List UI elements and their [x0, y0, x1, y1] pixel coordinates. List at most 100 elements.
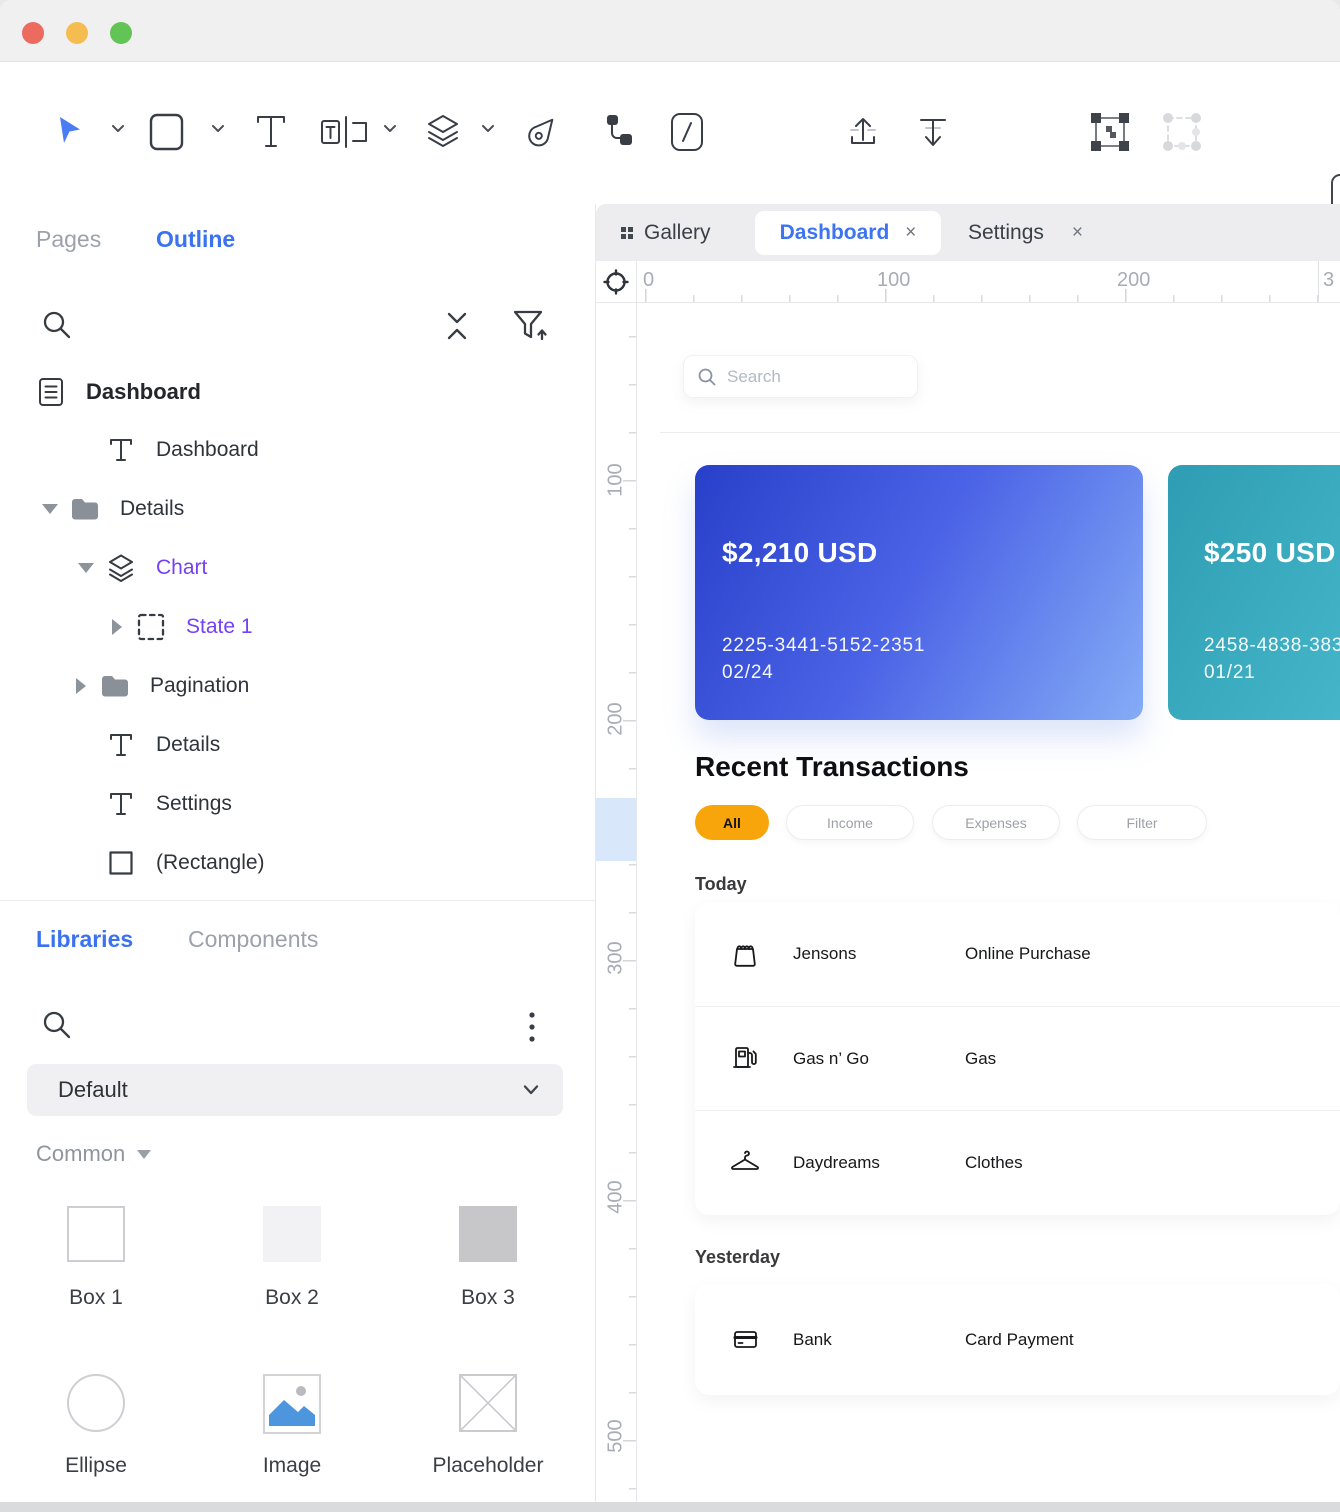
rectangle-tool-button[interactable]: [148, 108, 186, 156]
tree-item-settings-text[interactable]: Settings: [0, 787, 595, 821]
layers-icon: [106, 553, 136, 583]
transaction-merchant: Gas n’ Go: [793, 1049, 965, 1069]
tab-outline[interactable]: Outline: [156, 226, 235, 253]
component-box-1[interactable]: [67, 1206, 125, 1262]
tab-settings-label: Settings: [968, 221, 1044, 245]
component-image[interactable]: [263, 1374, 321, 1434]
transaction-category: Clothes: [965, 1153, 1023, 1173]
transaction-row[interactable]: Jensons Online Purchase: [695, 902, 1340, 1006]
send-upward-button[interactable]: [843, 108, 883, 156]
ruler-label: 300: [605, 941, 628, 974]
library-select[interactable]: Default: [27, 1064, 563, 1116]
app-window: Pages Outline Dashboard Dashboard Detail…: [0, 0, 1340, 1512]
window-bottom-edge: [0, 1502, 1340, 1512]
tab-settings[interactable]: Settings ×: [968, 204, 1083, 261]
gas-pump-icon: [727, 1041, 763, 1077]
titlebar: [0, 0, 1340, 62]
slash-tool-button[interactable]: [668, 108, 706, 156]
group-button[interactable]: [1088, 108, 1132, 156]
caret-collapsed-icon[interactable]: [112, 619, 122, 635]
tree-item-label: Pagination: [150, 674, 249, 698]
caret-collapsed-icon[interactable]: [76, 678, 86, 694]
transaction-category: Card Payment: [965, 1330, 1074, 1350]
tree-item-details-folder[interactable]: Details: [0, 492, 595, 526]
close-window-button[interactable]: [22, 22, 44, 44]
horizontal-ruler[interactable]: 0 100 200 3: [637, 261, 1340, 303]
filter-pill-expenses[interactable]: Expenses: [932, 805, 1060, 840]
component-tool-chevron-down-icon[interactable]: [382, 122, 398, 140]
filter-pill-income[interactable]: Income: [786, 805, 914, 840]
tab-gallery[interactable]: Gallery: [620, 204, 711, 261]
tab-libraries[interactable]: Libraries: [36, 926, 133, 953]
caret-expanded-icon[interactable]: [78, 563, 94, 573]
send-downward-button[interactable]: [913, 108, 953, 156]
tree-item-pagination[interactable]: Pagination: [0, 669, 595, 703]
search-icon: [697, 367, 717, 387]
ruler-label: 400: [605, 1180, 628, 1213]
grid-icon: [620, 226, 634, 240]
close-tab-icon[interactable]: ×: [1072, 222, 1083, 244]
tab-components[interactable]: Components: [188, 926, 318, 953]
pen-tool-button[interactable]: [520, 108, 564, 156]
filter-pill-all[interactable]: All: [695, 805, 769, 840]
outline-search-icon[interactable]: [40, 308, 74, 347]
ruler-divider: [1318, 261, 1319, 302]
transaction-row[interactable]: Daydreams Clothes: [695, 1110, 1340, 1214]
minimize-window-button[interactable]: [66, 22, 88, 44]
tree-item-label: Dashboard: [86, 379, 201, 405]
card-number: 2458-4838-3831-: [1204, 635, 1340, 657]
transaction-merchant: Bank: [793, 1330, 965, 1350]
component-label: Ellipse: [16, 1454, 176, 1478]
text-tool-button[interactable]: [252, 108, 290, 156]
component-label: Box 2: [212, 1286, 372, 1310]
tab-pages[interactable]: Pages: [36, 226, 101, 253]
close-tab-icon[interactable]: ×: [905, 222, 916, 244]
collapse-all-icon[interactable]: [440, 310, 474, 347]
component-tool-button[interactable]: [320, 108, 372, 156]
move-tool-button[interactable]: [50, 108, 90, 156]
layers-tool-chevron-down-icon[interactable]: [480, 122, 496, 140]
library-select-value: Default: [58, 1077, 128, 1103]
credit-card-teal[interactable]: $250 USD 2458-4838-3831- 01/21: [1168, 465, 1340, 720]
crosshair-icon: [602, 268, 630, 296]
component-ellipse[interactable]: [67, 1374, 125, 1432]
editor-tabbar: Gallery Dashboard × Settings ×: [596, 204, 1340, 261]
tree-item-dashboard-text[interactable]: Dashboard: [0, 433, 595, 467]
tab-dashboard[interactable]: Dashboard ×: [755, 211, 941, 255]
component-box-2[interactable]: [263, 1206, 321, 1262]
component-box-3[interactable]: [459, 1206, 517, 1262]
folder-icon: [100, 673, 130, 699]
filter-layers-icon[interactable]: [510, 308, 550, 349]
filter-pill-filter[interactable]: Filter: [1077, 805, 1207, 840]
common-section-toggle[interactable]: Common: [36, 1141, 151, 1167]
zoom-window-button[interactable]: [110, 22, 132, 44]
layers-tool-button[interactable]: [422, 108, 464, 156]
tree-item-state-1[interactable]: State 1: [0, 610, 595, 644]
libraries-search-icon[interactable]: [40, 1008, 74, 1047]
canvas[interactable]: $2,210 USD 2225-3441-5152-2351 02/24 $25…: [638, 303, 1340, 1502]
connector-tool-button[interactable]: [598, 108, 638, 156]
ruler-label: 500: [605, 1419, 628, 1452]
tree-item-dashboard-frame[interactable]: Dashboard: [0, 375, 595, 409]
ruler-label: 100: [877, 269, 910, 292]
tree-item-label: Chart: [156, 556, 207, 580]
component-placeholder[interactable]: [459, 1374, 517, 1432]
tree-item-chart[interactable]: Chart: [0, 551, 595, 585]
ruler-origin-button[interactable]: [596, 261, 637, 303]
tree-item-rectangle[interactable]: (Rectangle): [0, 846, 595, 880]
ungroup-button[interactable]: [1160, 108, 1204, 156]
search-input[interactable]: [727, 367, 887, 387]
transaction-row[interactable]: Bank Card Payment: [695, 1284, 1340, 1395]
artboard-search-box[interactable]: [683, 355, 918, 398]
shape-tool-chevron-down-icon[interactable]: [210, 122, 226, 140]
caret-expanded-icon[interactable]: [42, 504, 58, 514]
transaction-row[interactable]: Gas n’ Go Gas: [695, 1006, 1340, 1110]
text-icon: [106, 731, 136, 759]
libraries-kebab-menu-icon[interactable]: [527, 1010, 537, 1051]
vertical-ruler[interactable]: 100 200 300 400 500: [596, 303, 637, 1502]
move-tool-chevron-down-icon[interactable]: [110, 122, 126, 140]
card-number: 2225-3441-5152-2351: [722, 635, 925, 657]
credit-card-blue[interactable]: $2,210 USD 2225-3441-5152-2351 02/24: [695, 465, 1143, 720]
tree-item-details-text[interactable]: Details: [0, 728, 595, 762]
text-icon: [106, 790, 136, 818]
